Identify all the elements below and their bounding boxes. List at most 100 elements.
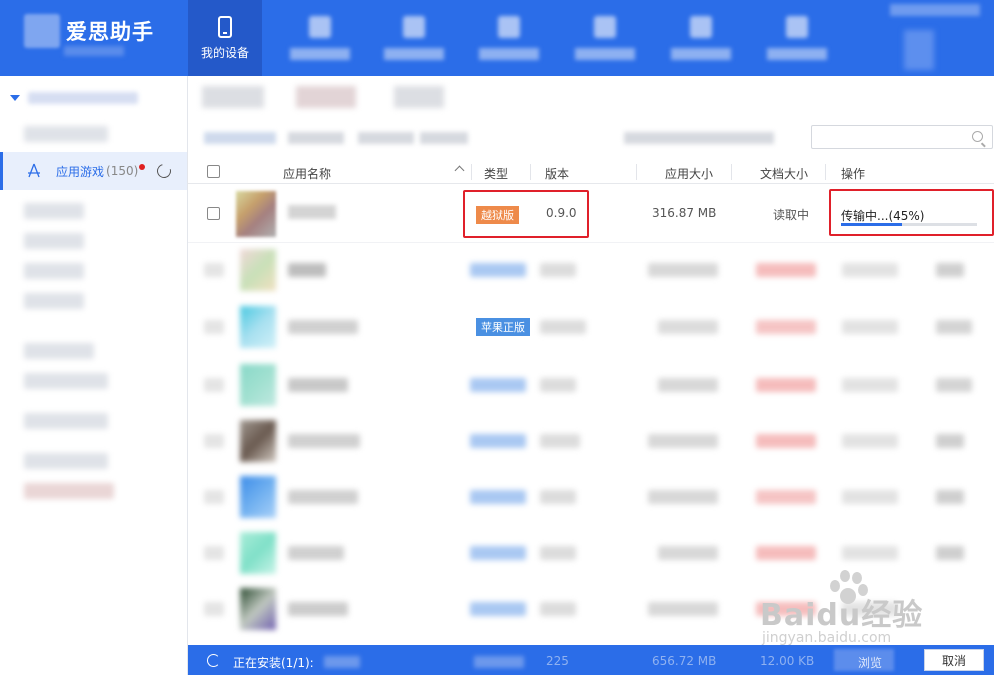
tab-5[interactable] <box>568 0 642 76</box>
column-header-name[interactable]: 应用名称 <box>283 165 331 182</box>
app-name-blurred <box>288 546 344 560</box>
table-row[interactable] <box>188 524 994 582</box>
column-header-type[interactable]: 类型 <box>484 165 508 182</box>
row-checkbox-blurred[interactable] <box>204 546 224 560</box>
app-icon <box>240 588 276 630</box>
sidebar-item-blurred-3[interactable] <box>24 233 84 249</box>
highlight-box-type-version <box>463 190 589 238</box>
sidebar-item-blurred-5[interactable] <box>24 293 84 309</box>
row-checkbox-blurred[interactable] <box>204 263 224 277</box>
sub-toolbar-blurred-4[interactable] <box>420 132 468 144</box>
app-size-blurred <box>658 320 718 334</box>
table-row[interactable] <box>188 241 994 299</box>
app-name-blurred <box>288 490 358 504</box>
column-header-version[interactable]: 版本 <box>545 165 569 182</box>
window-controls-blurred[interactable] <box>890 4 980 16</box>
main-panel: 应用名称 类型 版本 应用大小 文档大小 操作 越狱版 0.9.0 316.87… <box>188 76 994 675</box>
sidebar-item-apps-games[interactable]: 应用游戏 (150) <box>0 152 187 190</box>
action-button-blurred[interactable] <box>842 546 898 560</box>
table-row[interactable] <box>188 412 994 470</box>
type-badge-blurred <box>470 602 526 616</box>
notification-dot <box>139 164 146 170</box>
app-name-blurred <box>288 378 348 392</box>
apple-badge: 苹果正版 <box>476 318 530 336</box>
action-button-blurred[interactable] <box>936 320 972 334</box>
sidebar-item-blurred-10[interactable] <box>24 483 114 499</box>
search-input[interactable] <box>811 125 993 149</box>
refresh-icon[interactable] <box>154 161 174 181</box>
column-divider <box>731 164 732 180</box>
sub-toolbar-blurred-3[interactable] <box>358 132 414 144</box>
loading-spinner-icon <box>207 654 220 667</box>
column-divider <box>471 164 472 180</box>
tab-4[interactable] <box>472 0 546 76</box>
app-size-blurred <box>648 263 718 277</box>
type-badge-blurred <box>470 434 526 448</box>
action-button-blurred[interactable] <box>842 263 898 277</box>
sub-toolbar-blurred-1[interactable] <box>204 132 276 144</box>
table-row[interactable] <box>188 356 994 414</box>
row-checkbox-blurred[interactable] <box>204 602 224 616</box>
action-button-blurred[interactable] <box>842 378 898 392</box>
action-button-blurred[interactable] <box>936 378 972 392</box>
row-checkbox-blurred[interactable] <box>204 320 224 334</box>
tab-2-label-blurred <box>290 48 350 60</box>
row-checkbox-blurred[interactable] <box>204 490 224 504</box>
sub-toolbar-blurred-2[interactable] <box>288 132 344 144</box>
tab-6[interactable] <box>664 0 738 76</box>
app-size-blurred <box>658 378 718 392</box>
type-badge-blurred <box>470 490 526 504</box>
device-name-blurred <box>28 92 138 104</box>
toolbar-button-blurred-2[interactable] <box>296 86 356 108</box>
sidebar-item-blurred-2[interactable] <box>24 203 84 219</box>
action-button-blurred[interactable] <box>936 546 964 560</box>
action-button-blurred[interactable] <box>842 320 898 334</box>
logo-icon <box>24 14 60 48</box>
column-divider <box>530 164 531 180</box>
action-button-blurred[interactable] <box>842 434 898 448</box>
device-selector[interactable] <box>10 90 170 106</box>
select-all-checkbox[interactable] <box>207 165 220 178</box>
toolbar-button-blurred-3[interactable] <box>394 86 444 108</box>
install-status-text: 正在安装(1/1): <box>233 656 314 670</box>
action-button-blurred[interactable] <box>936 490 964 504</box>
cancel-button[interactable]: 取消 <box>924 649 984 671</box>
column-header-doc-size[interactable]: 文档大小 <box>760 165 808 182</box>
app-name-blurred <box>288 434 360 448</box>
table-row[interactable]: 苹果正版 <box>188 298 994 356</box>
tab-7-icon <box>786 16 808 38</box>
sidebar-item-label: 应用游戏 <box>56 164 105 179</box>
app-icon <box>240 364 276 406</box>
sidebar-item-blurred-9[interactable] <box>24 453 108 469</box>
column-header-app-size[interactable]: 应用大小 <box>665 165 713 182</box>
app-name-blurred <box>288 320 358 334</box>
app-size-blurred <box>658 546 718 560</box>
tab-7[interactable] <box>760 0 834 76</box>
tab-3-label-blurred <box>384 48 444 60</box>
sidebar-item-blurred-6[interactable] <box>24 343 94 359</box>
row-checkbox[interactable] <box>207 207 220 220</box>
status-partial-count: 225 <box>546 654 569 668</box>
sidebar-item-blurred-8[interactable] <box>24 413 108 429</box>
sidebar-item-blurred-1[interactable] <box>24 126 108 142</box>
sidebar-item-blurred-7[interactable] <box>24 373 108 389</box>
action-button-blurred[interactable] <box>842 490 898 504</box>
phone-icon <box>218 15 232 38</box>
tab-2[interactable] <box>283 0 357 76</box>
sort-up-icon[interactable] <box>454 165 465 176</box>
tab-3[interactable] <box>377 0 451 76</box>
table-row[interactable] <box>188 468 994 526</box>
row-checkbox-blurred[interactable] <box>204 378 224 392</box>
tab-my-device[interactable]: 我的设备 <box>188 0 262 76</box>
action-button-blurred[interactable] <box>936 434 964 448</box>
row-checkbox-blurred[interactable] <box>204 434 224 448</box>
toolbar-button-blurred-1[interactable] <box>202 86 264 108</box>
top-header: 爱思助手 我的设备 <box>0 0 994 76</box>
sidebar-item-blurred-4[interactable] <box>24 263 84 279</box>
browse-button-label: 浏览 <box>858 656 883 670</box>
status-partial-size: 656.72 MB <box>652 654 717 668</box>
chevron-down-icon <box>10 95 20 101</box>
action-button-blurred[interactable] <box>936 263 964 277</box>
search-icon[interactable] <box>972 131 983 142</box>
doc-size-blurred <box>756 490 816 504</box>
